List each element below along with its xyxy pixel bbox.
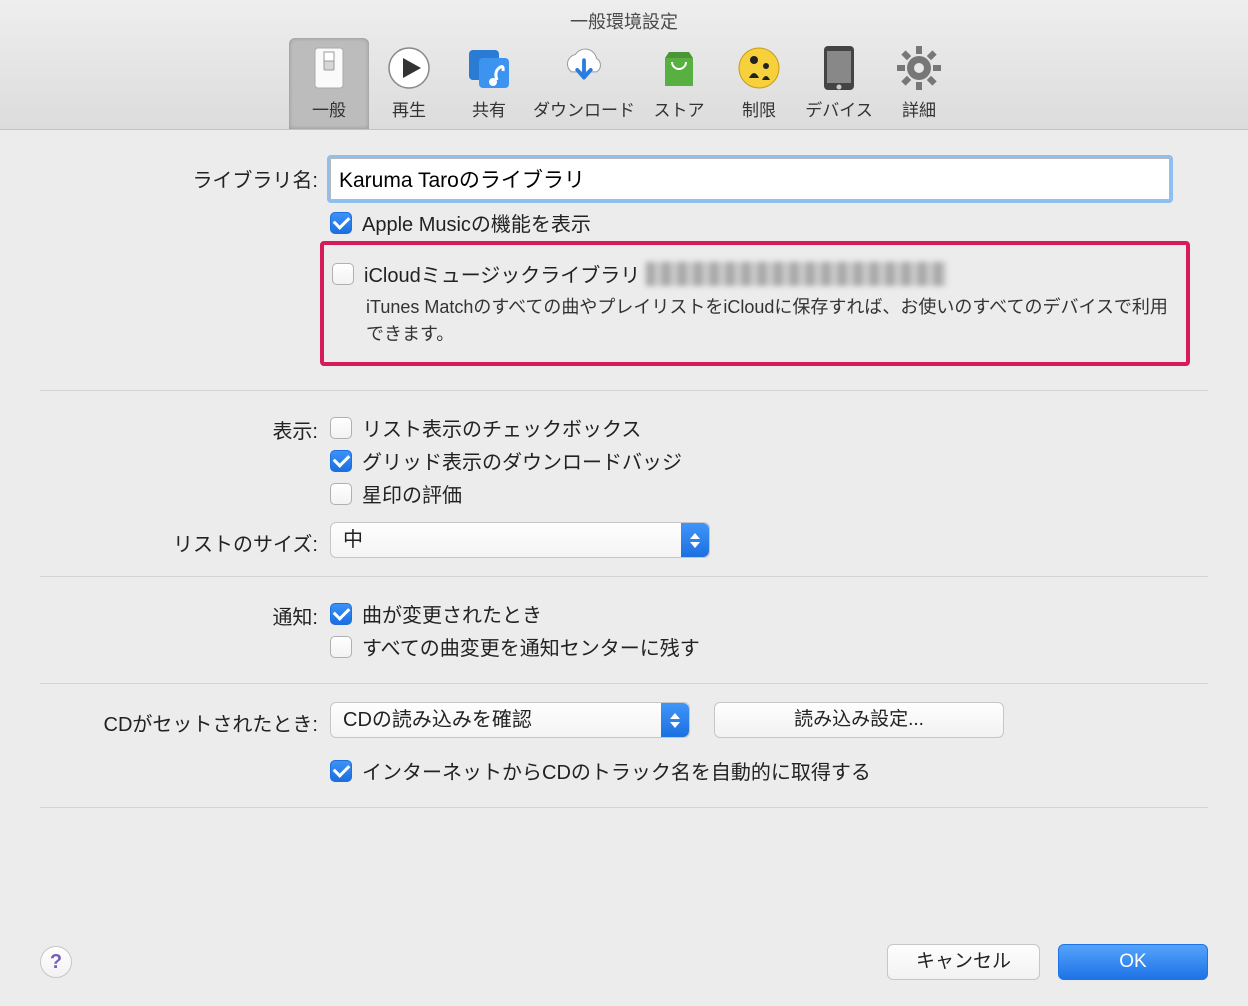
display-label: 表示: — [40, 409, 330, 444]
tab-label: 一般 — [312, 96, 346, 121]
list-size-select[interactable]: 中 — [330, 522, 710, 558]
list-checkbox-checkbox[interactable] — [330, 417, 352, 439]
notify-song-changed-label: 曲が変更されたとき — [362, 599, 542, 628]
list-size-value: 中 — [343, 529, 363, 551]
cd-auto-fetch-label: インターネットからCDのトラック名を自動的に取得する — [362, 756, 871, 785]
cd-label: CDがセットされたとき: — [40, 702, 330, 737]
tab-label: 共有 — [472, 96, 506, 121]
tab-bar: 一般 再生 — [0, 38, 1248, 129]
download-icon — [560, 44, 608, 92]
tab-store[interactable]: ストア — [639, 38, 719, 129]
notify-keep-all-label: すべての曲変更を通知センターに残す — [362, 632, 700, 661]
cd-action-value: CDの読み込みを確認 — [343, 709, 532, 731]
ok-button[interactable]: OK — [1058, 944, 1208, 980]
grid-badge-label: グリッド表示のダウンロードバッジ — [362, 446, 682, 475]
import-settings-button[interactable]: 読み込み設定... — [714, 702, 1004, 738]
divider — [40, 683, 1208, 684]
tab-label: デバイス — [805, 96, 873, 121]
divider — [40, 807, 1208, 808]
tab-label: ストア — [654, 96, 705, 121]
toolbar: 一般環境設定 一般 再生 — [0, 0, 1248, 130]
grid-badge-checkbox[interactable] — [330, 450, 352, 472]
redacted-text — [646, 262, 946, 286]
icloud-highlight: iCloudミュージックライブラリ iTunes Matchのすべての曲やプレイ… — [320, 241, 1190, 366]
tab-advanced[interactable]: 詳細 — [879, 38, 959, 129]
tab-downloads[interactable]: ダウンロード — [529, 38, 639, 129]
star-rating-label: 星印の評価 — [362, 479, 462, 508]
apple-music-checkbox[interactable] — [330, 212, 352, 234]
help-button[interactable]: ? — [40, 946, 72, 978]
bag-icon — [655, 44, 703, 92]
content-pane: ライブラリ名: Apple Musicの機能を表示 iCloudミュージックライ… — [0, 130, 1248, 932]
apple-music-label: Apple Musicの機能を表示 — [362, 208, 591, 237]
list-checkbox-label: リスト表示のチェックボックス — [362, 413, 641, 442]
gear-icon — [895, 44, 943, 92]
play-icon — [385, 44, 433, 92]
tab-playback[interactable]: 再生 — [369, 38, 449, 129]
cancel-button[interactable]: キャンセル — [887, 944, 1040, 980]
icloud-library-label: iCloudミュージックライブラリ — [364, 259, 640, 288]
notify-keep-all-checkbox[interactable] — [330, 636, 352, 658]
share-icon — [465, 44, 513, 92]
list-size-label: リストのサイズ: — [40, 522, 330, 557]
library-name-label: ライブラリ名: — [40, 158, 330, 193]
window-title: 一般環境設定 — [0, 8, 1248, 34]
divider — [40, 390, 1208, 391]
select-arrows-icon — [661, 703, 689, 737]
tab-devices[interactable]: デバイス — [799, 38, 879, 129]
tab-label: 制限 — [742, 96, 776, 121]
footer: ? キャンセル OK — [0, 932, 1248, 1006]
switch-icon — [305, 44, 353, 92]
parental-icon — [735, 44, 783, 92]
tab-sharing[interactable]: 共有 — [449, 38, 529, 129]
cd-auto-fetch-checkbox[interactable] — [330, 760, 352, 782]
icloud-library-desc: iTunes Matchのすべての曲やプレイリストをiCloudに保存すれば、お… — [366, 294, 1178, 348]
star-rating-checkbox[interactable] — [330, 483, 352, 505]
notify-label: 通知: — [40, 595, 330, 630]
select-arrows-icon — [681, 523, 709, 557]
library-name-input[interactable] — [330, 158, 1170, 200]
tab-general[interactable]: 一般 — [289, 38, 369, 129]
divider — [40, 576, 1208, 577]
tab-label: 詳細 — [902, 96, 936, 121]
notify-song-changed-checkbox[interactable] — [330, 603, 352, 625]
tab-label: ダウンロード — [533, 96, 635, 121]
tab-label: 再生 — [392, 96, 426, 121]
icloud-library-checkbox[interactable] — [332, 263, 354, 285]
device-icon — [815, 44, 863, 92]
tab-restrictions[interactable]: 制限 — [719, 38, 799, 129]
cd-action-select[interactable]: CDの読み込みを確認 — [330, 702, 690, 738]
